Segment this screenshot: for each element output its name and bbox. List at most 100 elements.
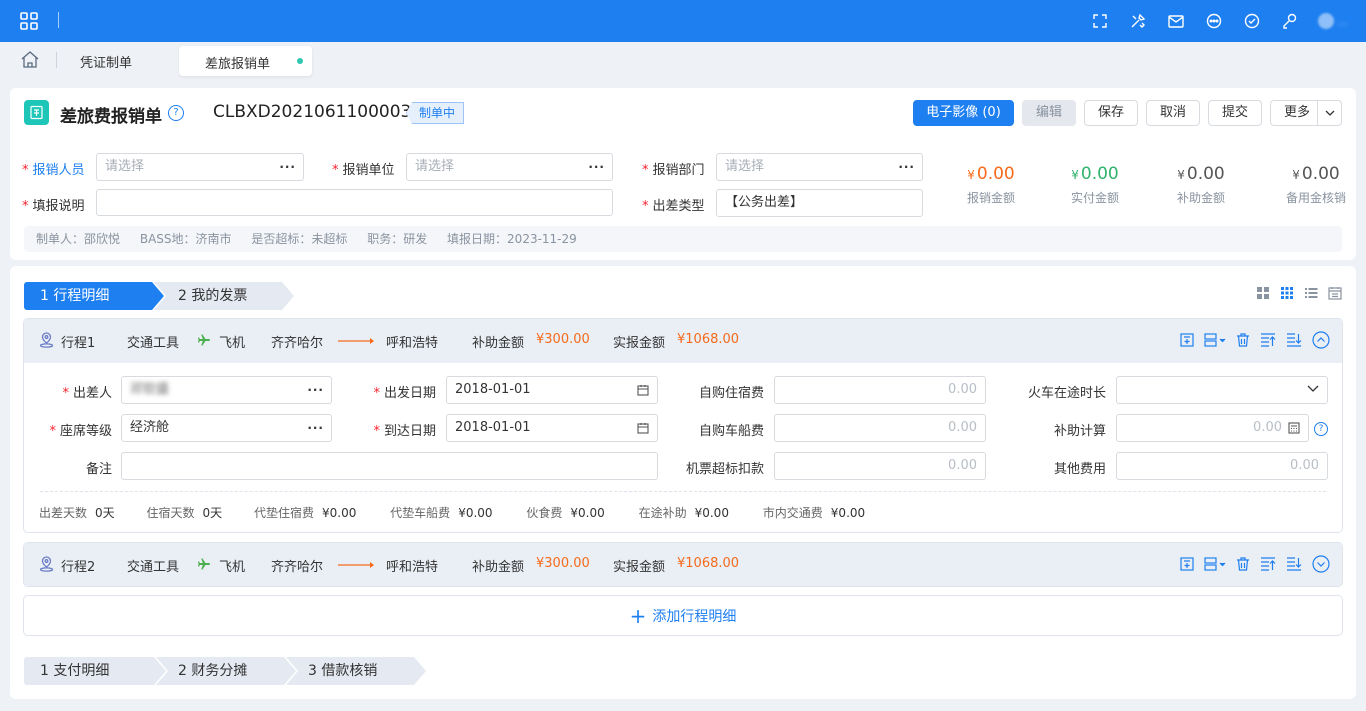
user-key-icon[interactable] [1280, 11, 1300, 31]
train-label: 火车在途时长 [1027, 386, 1106, 401]
sort-asc-icon[interactable] [1260, 333, 1276, 347]
mail-icon[interactable] [1166, 11, 1186, 31]
add-trip-button[interactable]: + 添加行程明细 [23, 595, 1343, 636]
delete-icon[interactable] [1236, 557, 1250, 571]
over-deduct-field[interactable]: 0.00 [774, 452, 986, 480]
actual-label: 实报金额 [613, 336, 666, 351]
traveler-label: * 出差人 [62, 386, 112, 401]
vehicle-label: 交通工具 [127, 336, 180, 351]
user-menu[interactable]: ... [1317, 13, 1348, 29]
chat-icon[interactable] [1204, 11, 1224, 31]
claimant-field[interactable]: 请选择 ··· [96, 153, 304, 181]
amount-subsidy: ¥0.00 补助金额 [1176, 164, 1225, 205]
help-icon[interactable]: ? [168, 105, 184, 121]
step-finance-allocation[interactable]: 2 财务分摊 [156, 657, 296, 685]
ticket-value: 0.00 [948, 420, 977, 435]
step-payment-detail[interactable]: 1 支付明细 [24, 657, 166, 685]
grid-icon[interactable] [20, 12, 38, 30]
to-city: 呼和浩特 [386, 336, 439, 351]
subsidy-calc-label: 补助计算 [1053, 424, 1106, 439]
sort-desc-icon[interactable] [1286, 333, 1302, 347]
unit-label: * 报销单位 [332, 163, 395, 178]
fullscreen-icon[interactable] [1090, 11, 1110, 31]
maker: 制单人：邵欣悦 [36, 232, 121, 246]
trip-card-header[interactable]: 行程2 交通工具 飞机 齐齐哈尔 呼和浩特 补助金额 ¥300.00 实报金额 … [24, 543, 1342, 586]
chevron-down-icon[interactable] [1317, 101, 1341, 125]
more-dots-icon[interactable]: ··· [588, 154, 605, 180]
image-button[interactable]: 电子影像 (0) [913, 100, 1014, 126]
vehicle-value: 飞机 [219, 560, 246, 575]
actual-label: 实报金额 [613, 560, 666, 575]
more-dots-icon[interactable]: ··· [898, 154, 915, 180]
add-row-icon[interactable] [1180, 333, 1194, 347]
arrive-value: 2018-01-01 [455, 420, 531, 435]
note-textarea[interactable] [121, 452, 658, 480]
trip-card-2: 行程2 交通工具 飞机 齐齐哈尔 呼和浩特 补助金额 ¥300.00 实报金额 … [23, 542, 1343, 587]
cancel-button[interactable]: 取消 [1146, 100, 1200, 126]
dept-field[interactable]: 请选择 ··· [716, 153, 923, 181]
tab-travel-expense[interactable]: 差旅报销单 [179, 46, 312, 76]
check-circle-icon[interactable] [1242, 11, 1262, 31]
over-standard: 是否超标：未超标 [251, 232, 348, 246]
train-duration-select[interactable] [1116, 376, 1328, 404]
subsidy-calc-field[interactable]: 0.00 [1116, 414, 1309, 442]
ticket-fee-field[interactable]: 0.00 [774, 414, 986, 442]
airplane-icon [198, 334, 210, 346]
calendar-icon[interactable] [637, 422, 649, 434]
collapse-icon[interactable] [1312, 331, 1330, 349]
tools-icon[interactable] [1128, 11, 1148, 31]
step-my-invoice[interactable]: 2 我的发票 [154, 282, 294, 310]
step-trip-detail[interactable]: 1 行程明细 [24, 282, 164, 310]
more-label: 更多 [1284, 105, 1311, 120]
more-button[interactable]: 更多 [1270, 100, 1342, 126]
claimant-label: * 报销人员 [22, 163, 85, 178]
view-switcher [1246, 286, 1342, 300]
delete-icon[interactable] [1236, 333, 1250, 347]
large-grid-icon[interactable] [1256, 286, 1270, 300]
other-fee-field[interactable]: 0.00 [1116, 452, 1328, 480]
calendar-view-icon[interactable] [1328, 286, 1342, 300]
amount-paid: ¥0.00 实付金额 [1070, 164, 1119, 205]
trip-card-header[interactable]: 行程1 交通工具 飞机 齐齐哈尔 呼和浩特 补助金额 ¥300.00 实报金额 … [24, 319, 1342, 363]
hotel-fee-field[interactable]: 0.00 [774, 376, 986, 404]
seat-label: * 座席等级 [49, 424, 112, 439]
arrive-date-field[interactable]: 2018-01-01 [446, 414, 658, 442]
trip-type-field[interactable]: 【公务出差】 [716, 189, 923, 217]
depart-date-field[interactable]: 2018-01-01 [446, 376, 658, 404]
save-button[interactable]: 保存 [1084, 100, 1138, 126]
dept-label: * 报销部门 [642, 163, 705, 178]
remark-textarea[interactable] [96, 189, 613, 216]
document-number: CLBXD2021061100003 [213, 102, 412, 122]
more-dots-icon[interactable]: ··· [279, 154, 296, 180]
submit-button[interactable]: 提交 [1208, 100, 1262, 126]
edit-button[interactable]: 编辑 [1022, 100, 1076, 126]
actual-value: ¥1068.00 [677, 332, 740, 347]
add-row-icon[interactable] [1180, 557, 1194, 571]
hotel-label: 自购住宿费 [698, 386, 764, 401]
subsidy-value: ¥300.00 [536, 332, 590, 347]
more-dots-icon[interactable]: ··· [307, 377, 324, 403]
trip-name: 行程1 [61, 336, 96, 351]
traveler-field[interactable]: 邓钦盛 ··· [121, 376, 332, 404]
list-icon[interactable] [1304, 286, 1318, 300]
unit-field[interactable]: 请选择 ··· [406, 153, 613, 181]
stack-menu-icon[interactable] [1204, 557, 1226, 571]
expand-icon[interactable] [1312, 555, 1330, 573]
hotel-value: 0.00 [948, 382, 977, 397]
more-dots-icon[interactable]: ··· [307, 415, 324, 441]
note-label: 备注 [85, 462, 112, 477]
sort-desc-icon[interactable] [1286, 557, 1302, 571]
calculator-icon[interactable] [1288, 422, 1300, 434]
stack-menu-icon[interactable] [1204, 333, 1226, 347]
home-icon[interactable] [21, 51, 39, 68]
small-grid-icon[interactable] [1280, 286, 1294, 300]
tab-voucher[interactable]: 凭证制单 [80, 52, 132, 71]
placeholder: 请选择 [105, 159, 145, 174]
sort-asc-icon[interactable] [1260, 557, 1276, 571]
chevron-down-icon[interactable] [1307, 385, 1319, 393]
calendar-icon[interactable] [637, 384, 649, 396]
trip-toolbar [1170, 331, 1330, 349]
step-loan-writeoff[interactable]: 3 借款核销 [286, 657, 426, 685]
help-icon[interactable]: ? [1314, 422, 1328, 436]
seat-class-field[interactable]: 经济舱 ··· [121, 414, 332, 442]
